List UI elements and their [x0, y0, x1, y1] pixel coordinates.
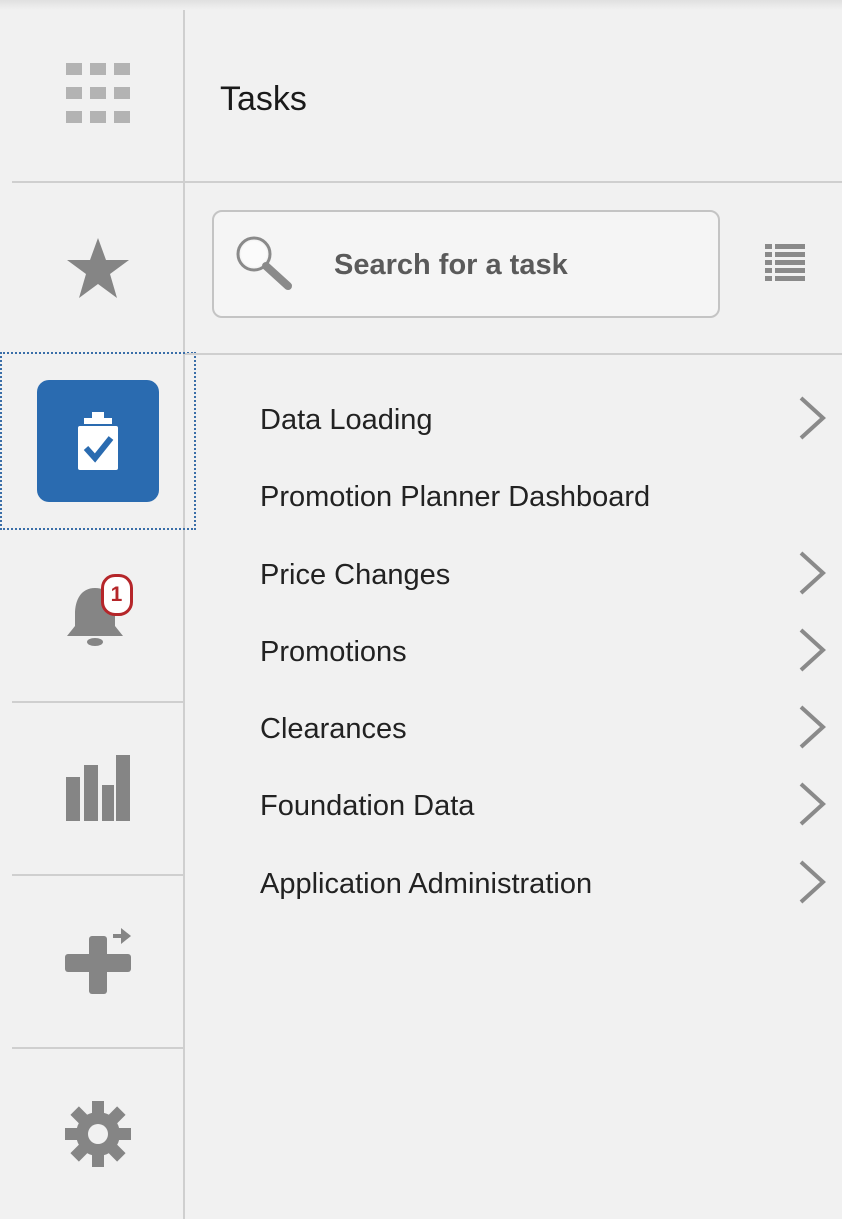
bar-chart-icon	[65, 755, 130, 821]
task-label: Price Changes	[260, 559, 451, 591]
sidebar-item-integration[interactable]	[12, 876, 183, 1046]
sidebar-item-reports[interactable]	[12, 703, 183, 873]
task-label: Promotion Planner Dashboard	[260, 481, 651, 513]
gear-icon	[64, 1101, 131, 1167]
page-title: Tasks	[220, 80, 307, 118]
chevron-right-icon	[799, 551, 826, 595]
notification-badge: 1	[100, 574, 133, 616]
task-label: Application Administration	[260, 868, 593, 900]
list-view-icon[interactable]	[765, 244, 805, 284]
task-item-price-changes[interactable]: Price Changes	[185, 545, 842, 605]
star-icon	[66, 238, 129, 298]
search-divider	[185, 353, 842, 355]
task-label: Foundation Data	[260, 790, 475, 822]
tasks-tile	[37, 380, 159, 502]
search-icon	[236, 236, 292, 290]
clipboard-check-icon	[78, 412, 118, 470]
task-item-promotions[interactable]: Promotions	[185, 622, 842, 682]
sidebar-item-favorites[interactable]	[12, 183, 183, 353]
search-box[interactable]	[212, 210, 720, 318]
chevron-right-icon	[799, 396, 826, 440]
task-item-promotion-planner-dashboard[interactable]: Promotion Planner Dashboard	[185, 467, 842, 527]
bell-wrapper: 1	[63, 574, 133, 650]
search-input[interactable]	[334, 242, 694, 288]
sidebar-item-tasks[interactable]	[0, 352, 196, 530]
task-item-clearances[interactable]: Clearances	[185, 699, 842, 759]
chevron-right-icon	[799, 782, 826, 826]
task-label: Clearances	[260, 713, 407, 745]
chevron-right-icon	[799, 628, 826, 672]
tasks-panel: Tasks Data Loading	[185, 10, 842, 1219]
app-window: 1 Tasks Search for a task Data Loading P…	[0, 0, 842, 1219]
task-item-application-administration[interactable]: Application Administration	[185, 854, 842, 914]
plus-arrow-icon	[64, 928, 131, 994]
task-item-foundation-data[interactable]: Foundation Data	[185, 776, 842, 836]
grid-icon	[65, 63, 130, 123]
header-divider	[185, 181, 842, 183]
chevron-right-icon	[799, 860, 826, 904]
sidebar-item-settings[interactable]	[12, 1049, 183, 1219]
chevron-right-icon	[799, 705, 826, 749]
task-label: Data Loading	[260, 404, 433, 436]
sidebar-item-navigator[interactable]	[12, 10, 183, 180]
top-border	[0, 0, 842, 10]
task-label: Promotions	[260, 636, 407, 668]
sidebar: 1	[0, 10, 196, 1219]
task-item-data-loading[interactable]: Data Loading	[185, 390, 842, 450]
sidebar-item-notifications[interactable]: 1	[12, 530, 183, 700]
